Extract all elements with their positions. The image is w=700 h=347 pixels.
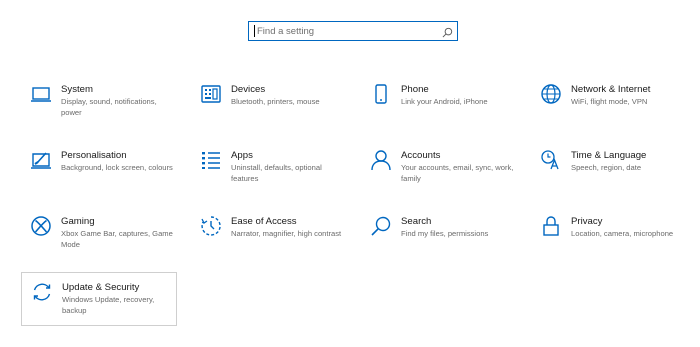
tile-privacy[interactable]: Privacy Location, camera, microphone (531, 207, 687, 261)
apps-list-icon (200, 149, 222, 171)
tile-gaming[interactable]: Gaming Xbox Game Bar, captures, Game Mod… (21, 207, 177, 261)
tile-description: Display, sound, notifications, power (61, 97, 157, 117)
tile-description: Background, lock screen, colours (61, 163, 173, 172)
tile-devices[interactable]: Devices Bluetooth, printers, mouse (191, 75, 347, 129)
tile-description: Uninstall, defaults, optional features (231, 163, 322, 183)
tile-title: Update & Security (62, 282, 140, 293)
person-icon (370, 149, 392, 171)
ease-of-access-icon (200, 215, 222, 237)
keyboard-icon (200, 83, 222, 105)
tile-title: Accounts (401, 150, 441, 161)
tile-title: Network & Internet (571, 84, 651, 95)
settings-home: System Display, sound, notifications, po… (0, 0, 700, 347)
tile-time-language[interactable]: Time & Language Speech, region, date (531, 141, 687, 195)
tile-personalisation[interactable]: Personalisation Background, lock screen,… (21, 141, 177, 195)
tile-title: Search (401, 216, 432, 227)
tile-title: Ease of Access (231, 216, 297, 227)
tile-network-internet[interactable]: Network & Internet WiFi, flight mode, VP… (531, 75, 687, 129)
phone-icon (370, 83, 392, 105)
tile-description: Link your Android, iPhone (401, 97, 488, 106)
tile-description: Speech, region, date (571, 163, 642, 172)
paintbrush-icon (30, 149, 52, 171)
search-box[interactable] (248, 21, 458, 41)
tile-apps[interactable]: Apps Uninstall, defaults, optional featu… (191, 141, 347, 195)
search-icon[interactable] (442, 25, 453, 38)
laptop-icon (30, 83, 52, 105)
search-icon (370, 215, 392, 237)
tile-description: Xbox Game Bar, captures, Game Mode (61, 229, 173, 249)
tile-title: Devices (231, 84, 266, 95)
text-caret (254, 25, 255, 37)
tile-update-security[interactable]: Update & Security Windows Update, recove… (21, 272, 177, 326)
tile-search[interactable]: Search Find my files, permissions (361, 207, 517, 261)
tile-phone[interactable]: Phone Link your Android, iPhone (361, 75, 517, 129)
tile-title: Time & Language (571, 150, 647, 161)
tile-title: System (61, 84, 93, 95)
xbox-icon (30, 215, 52, 237)
tile-description: Location, camera, microphone (571, 229, 674, 238)
tile-title: Apps (231, 150, 253, 161)
tile-description: Find my files, permissions (401, 229, 489, 238)
tile-ease-of-access[interactable]: Ease of Access Narrator, magnifier, high… (191, 207, 347, 261)
tile-title: Gaming (61, 216, 95, 227)
tile-description: WiFi, flight mode, VPN (571, 97, 648, 106)
tile-description: Bluetooth, printers, mouse (231, 97, 320, 106)
tile-title: Phone (401, 84, 429, 95)
tile-title: Personalisation (61, 150, 127, 161)
search-input[interactable] (257, 22, 437, 40)
sync-icon (31, 281, 53, 303)
tile-description: Narrator, magnifier, high contrast (231, 229, 342, 238)
lock-icon (540, 215, 562, 237)
tile-system[interactable]: System Display, sound, notifications, po… (21, 75, 177, 129)
language-icon (540, 149, 562, 171)
tile-accounts[interactable]: Accounts Your accounts, email, sync, wor… (361, 141, 517, 195)
globe-icon (540, 83, 562, 105)
tile-description: Your accounts, email, sync, work, family (401, 163, 514, 183)
tile-description: Windows Update, recovery, backup (62, 295, 155, 315)
tile-title: Privacy (571, 216, 603, 227)
